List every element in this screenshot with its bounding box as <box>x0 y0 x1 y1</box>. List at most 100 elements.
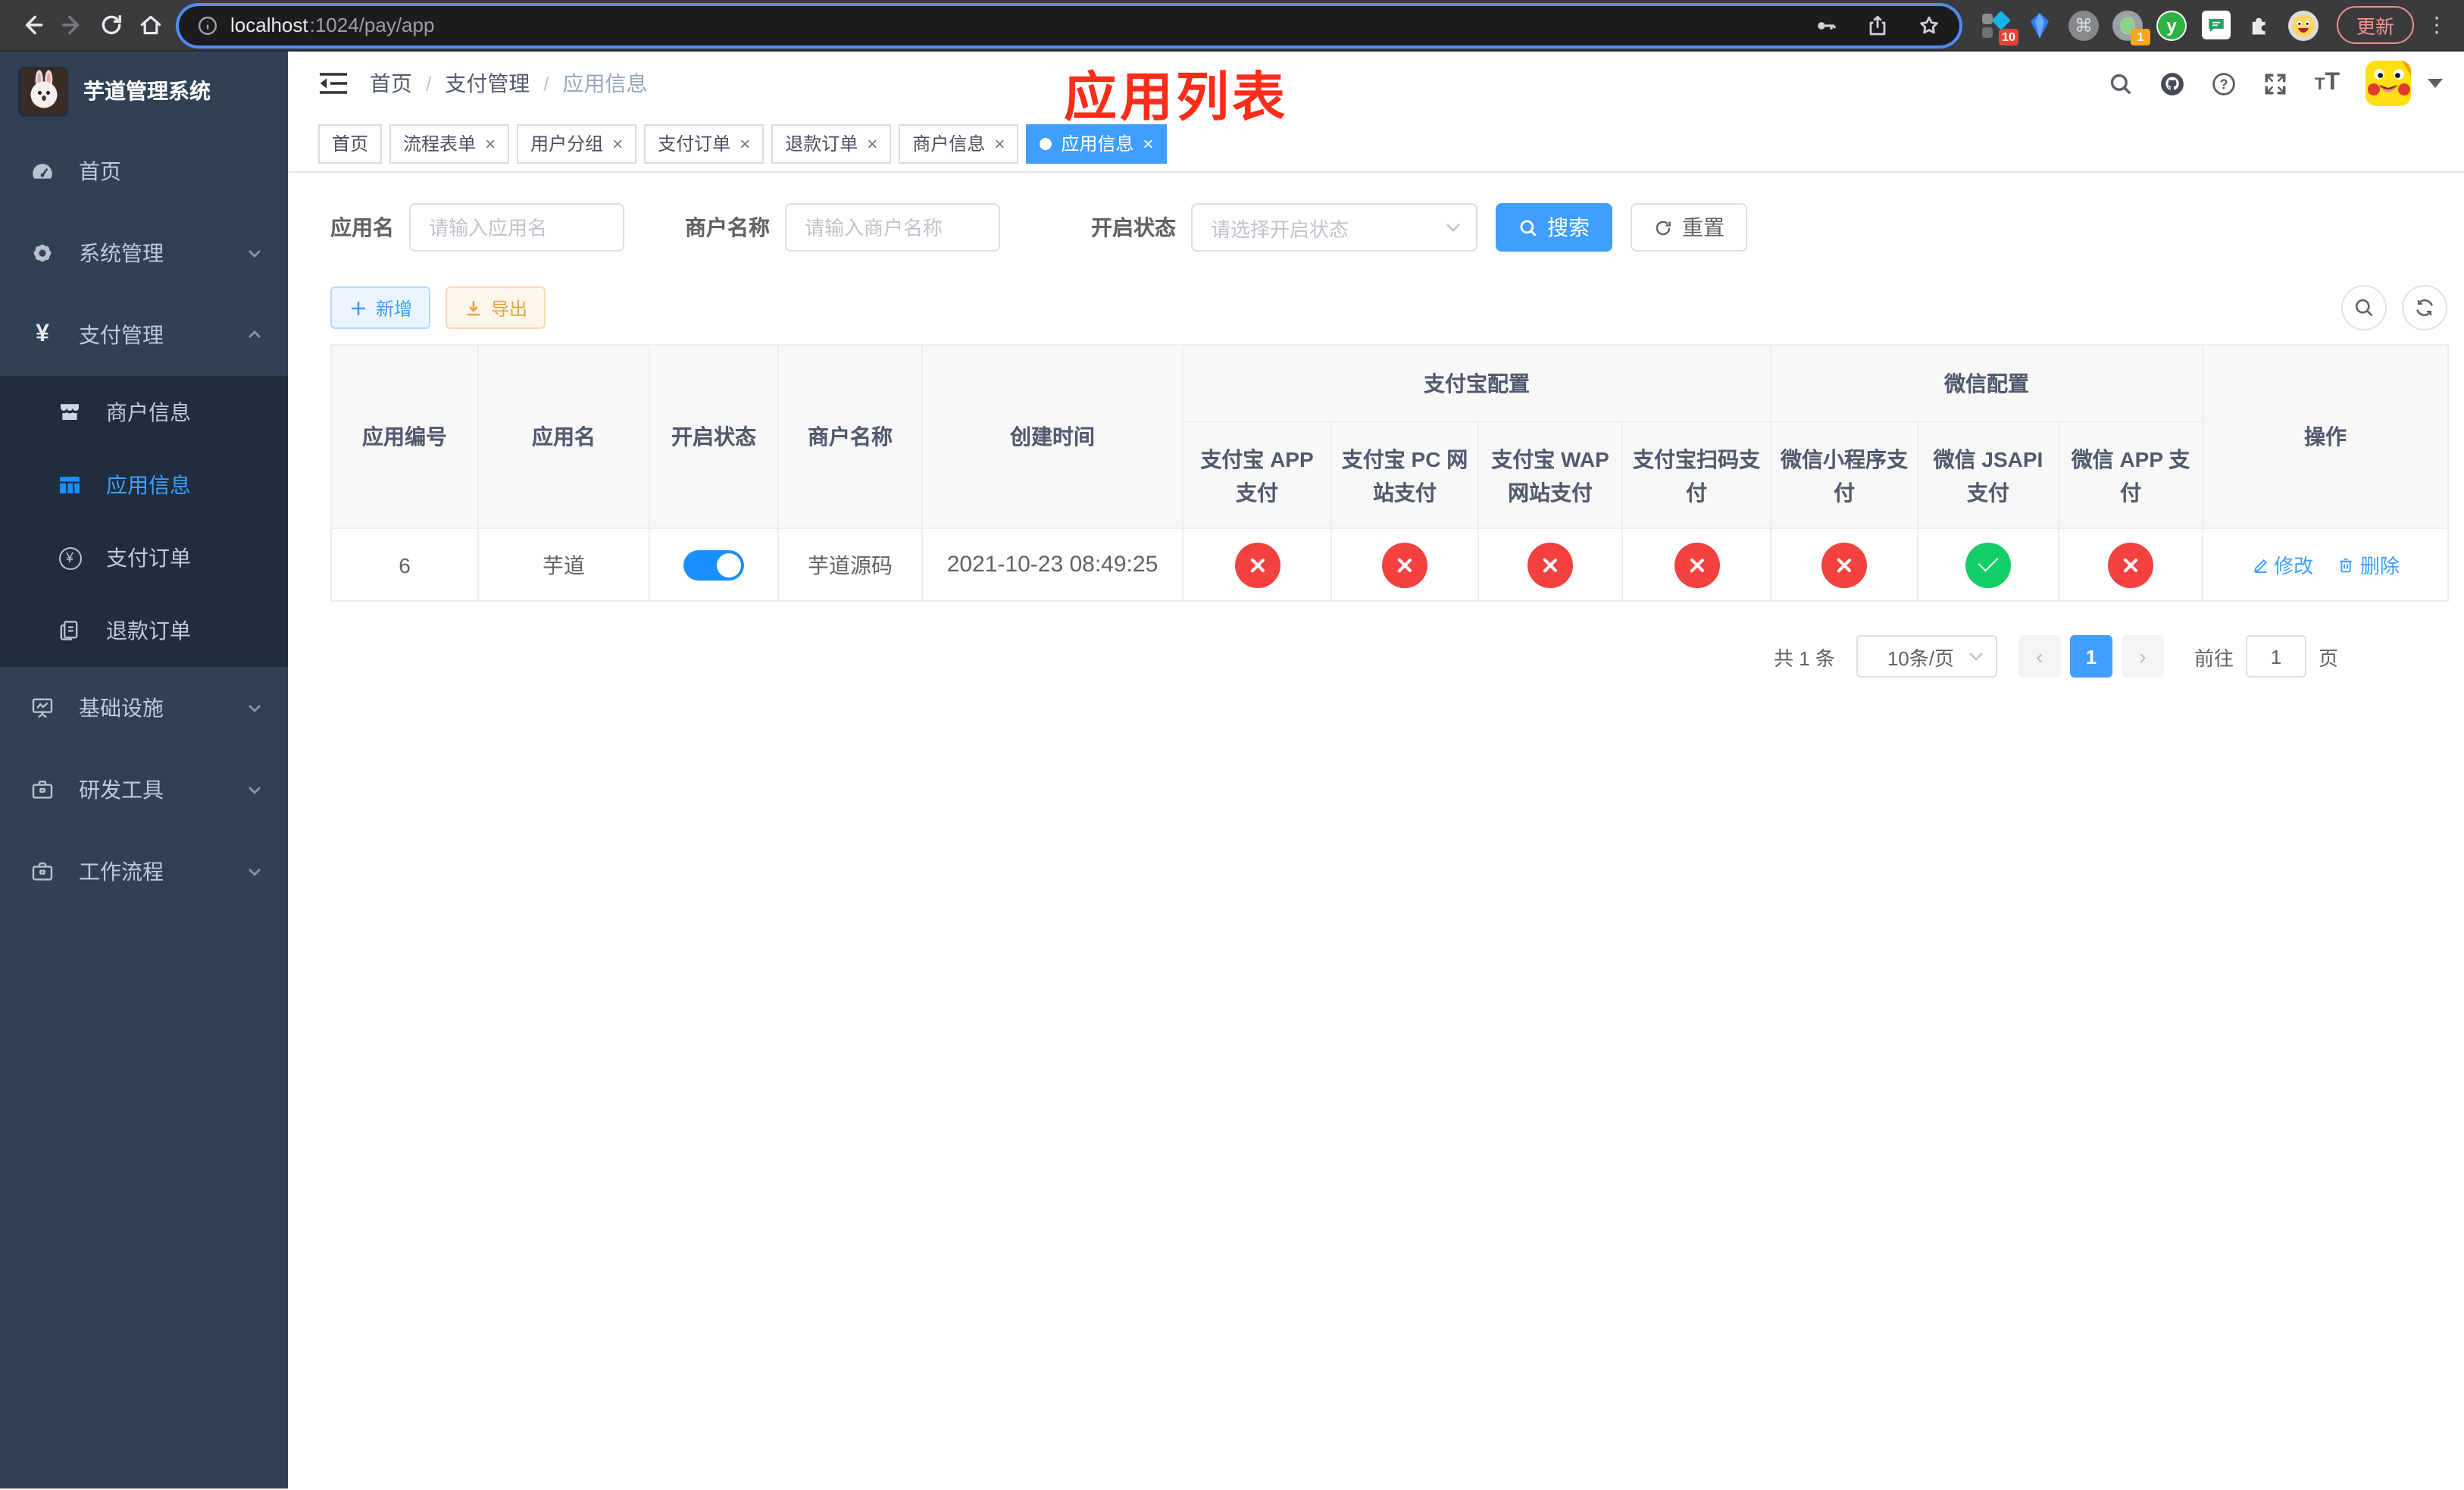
tab-payment-order[interactable]: 支付订单 × <box>644 124 765 163</box>
browser-back-button[interactable] <box>12 5 52 45</box>
sidebar-item-label: 首页 <box>79 159 121 183</box>
refresh-icon <box>1656 220 1671 235</box>
font-size-icon[interactable]: TT <box>2315 70 2340 97</box>
github-icon[interactable] <box>2160 70 2186 96</box>
breadcrumb-payment[interactable]: 支付管理 <box>445 68 530 99</box>
sidebar-item-label: 应用信息 <box>106 473 191 497</box>
page-size-select[interactable]: 10条/页 <box>1856 635 1997 678</box>
add-button[interactable]: 新增 <box>330 286 431 329</box>
edit-link[interactable]: 修改 <box>2251 550 2313 579</box>
tab-close-icon[interactable]: × <box>994 134 1005 152</box>
goto-page-input[interactable] <box>2245 635 2306 678</box>
emoji-avatar-icon <box>2288 10 2319 40</box>
command-glyph: ⌘ <box>2075 14 2093 36</box>
chat-extension-icon[interactable] <box>2200 10 2231 40</box>
svg-text:?: ? <box>2220 76 2228 91</box>
wechat-mini-status-icon <box>1821 542 1867 587</box>
sidebar-item-workflow[interactable]: 工作流程 <box>0 831 288 912</box>
col-app-name: 应用名 <box>477 344 650 529</box>
sidebar-sub-refund-order[interactable]: 退款订单 <box>0 594 288 667</box>
tab-merchant-info[interactable]: 商户信息 × <box>899 124 1019 163</box>
puzzle-icon <box>2251 17 2265 35</box>
address-bar[interactable]: localhost:1024/pay/app <box>179 5 1959 45</box>
tabs-bar: 首页 流程表单 × 用户分组 × 支付订单 × 退款订单 × 商户信息 × 应用… <box>288 115 2464 173</box>
tab-close-icon[interactable]: × <box>867 134 877 152</box>
tab-close-icon[interactable]: × <box>1143 134 1153 152</box>
storefront-icon <box>58 400 82 424</box>
browser-menu-button[interactable]: ⋮ <box>2426 12 2447 38</box>
reset-button[interactable]: 重置 <box>1631 203 1747 252</box>
browser-update-button[interactable]: 更新 <box>2337 6 2415 44</box>
tab-label: 商户信息 <box>912 133 986 155</box>
browser-reload-button[interactable] <box>91 5 130 45</box>
next-page-button[interactable]: › <box>2121 635 2164 678</box>
search-button[interactable]: 搜索 <box>1496 203 1612 252</box>
tab-user-group[interactable]: 用户分组 × <box>517 124 637 163</box>
tab-process-form[interactable]: 流程表单 × <box>389 124 510 163</box>
sidebar-item-infrastructure[interactable]: 基础设施 <box>0 667 288 749</box>
merchant-name-input[interactable] <box>785 203 1000 252</box>
share-icon[interactable] <box>1865 13 1890 37</box>
col-app-id: 应用编号 <box>330 344 479 529</box>
reload-icon <box>101 14 120 35</box>
y-glyph: y <box>2158 11 2185 39</box>
sidebar-item-payment[interactable]: ¥ 支付管理 <box>0 294 288 376</box>
browser-forward-button[interactable] <box>52 5 91 45</box>
user-avatar[interactable] <box>2366 61 2411 106</box>
tab-close-icon[interactable]: × <box>612 134 623 152</box>
col-wechat-app: 微信 APP 支付 <box>2058 421 2203 529</box>
plus-icon <box>352 301 365 315</box>
tab-close-icon[interactable]: × <box>740 134 750 152</box>
password-key-icon[interactable] <box>1814 13 1838 37</box>
sidebar-sub-merchant-info[interactable]: 商户信息 <box>0 376 288 449</box>
add-button-label: 新增 <box>376 298 413 319</box>
delete-link[interactable]: 删除 <box>2337 550 2400 579</box>
gem-extension-icon[interactable] <box>2025 10 2055 40</box>
sidebar-item-dev-tools[interactable]: 研发工具 <box>0 749 288 831</box>
toolbar-right <box>2341 285 2447 330</box>
download-icon <box>467 300 480 315</box>
tab-refund-order[interactable]: 退款订单 × <box>771 124 892 163</box>
sidebar-sub-payment-order[interactable]: ¥ 支付订单 <box>0 521 288 594</box>
prev-page-button[interactable]: ‹ <box>2018 635 2061 678</box>
cell-created: 2021-10-23 08:49:25 <box>921 527 1184 602</box>
home-icon <box>139 15 161 35</box>
sidebar-sub-app-info[interactable]: 应用信息 <box>0 449 288 521</box>
help-icon[interactable]: ? <box>2212 70 2237 96</box>
current-page-button[interactable]: 1 <box>2069 635 2112 678</box>
arrow-right-icon <box>61 15 79 35</box>
cell-app-id: 6 <box>330 527 479 602</box>
tab-label: 支付订单 <box>658 133 731 155</box>
y-extension-icon[interactable]: y <box>2156 10 2187 40</box>
command-extension-icon[interactable]: ⌘ <box>2068 10 2099 40</box>
avatar-caret-icon[interactable] <box>2428 79 2443 88</box>
status-toggle[interactable] <box>683 549 744 580</box>
tab-close-icon[interactable]: × <box>485 134 496 152</box>
app-name-input[interactable] <box>409 203 624 252</box>
page-info-icon[interactable] <box>197 14 218 36</box>
refresh-table-button[interactable] <box>2402 285 2447 330</box>
session-extension-icon[interactable]: 1 <box>2112 10 2150 45</box>
header-search-icon[interactable] <box>2109 70 2134 96</box>
extensions-puzzle-icon[interactable] <box>2244 10 2275 40</box>
chevron-down-icon <box>1969 653 1983 661</box>
status-select[interactable]: 请选择开启状态 <box>1191 203 1477 252</box>
sidebar-collapse-icon[interactable] <box>318 71 349 95</box>
sidebar-item-label: 系统管理 <box>79 241 164 265</box>
sidebar-item-label: 退款订单 <box>106 618 191 643</box>
sidebar-item-system[interactable]: 系统管理 <box>0 212 288 294</box>
fullscreen-icon[interactable] <box>2263 70 2289 96</box>
tampermonkey-extension-icon[interactable]: 10 <box>1981 10 2018 45</box>
app-title: 芋道管理系统 <box>83 79 211 103</box>
search-icon <box>1520 219 1537 236</box>
sidebar-item-home[interactable]: 首页 <box>0 130 288 212</box>
bookmark-star-icon[interactable] <box>1917 13 1941 37</box>
breadcrumb-home[interactable]: 首页 <box>370 68 412 99</box>
search-icon <box>2355 299 2373 317</box>
toggle-search-button[interactable] <box>2341 285 2387 330</box>
export-button[interactable]: 导出 <box>446 286 546 329</box>
col-alipay-wap: 支付宝 WAP 网站支付 <box>1477 421 1623 529</box>
tab-home[interactable]: 首页 <box>318 124 383 163</box>
browser-profile-avatar[interactable] <box>2288 10 2319 40</box>
browser-home-button[interactable] <box>130 5 170 45</box>
